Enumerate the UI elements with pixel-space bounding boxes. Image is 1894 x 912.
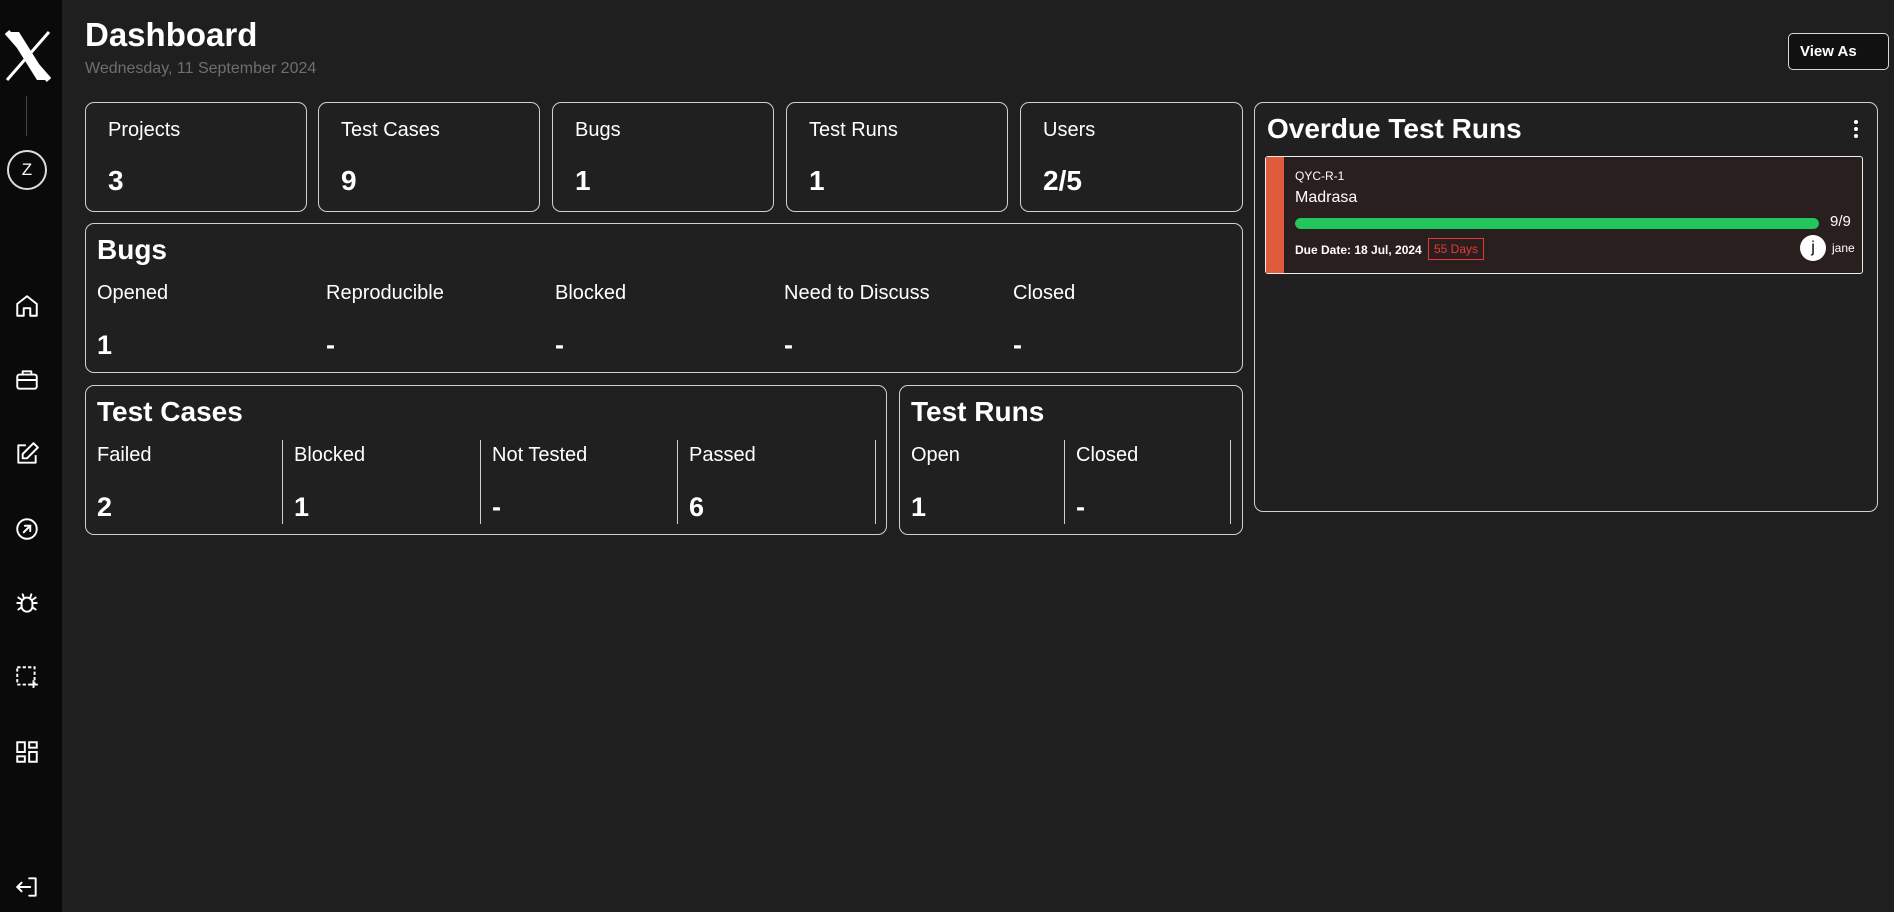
overdue-run-item[interactable]: QYC-R-1 Madrasa 9/9 Due Date: 18 Jul, 20… [1265, 156, 1863, 274]
logout-icon[interactable] [13, 873, 41, 901]
stat-card-bugs[interactable]: Bugs 1 [552, 102, 774, 212]
home-icon[interactable] [13, 292, 41, 320]
stat-label: Users [1043, 119, 1096, 141]
stat-value: 1 [575, 165, 591, 196]
test-case-status-value: 6 [689, 492, 705, 522]
progress-bar [1295, 218, 1819, 229]
progress-text: 9/9 [1830, 213, 1851, 230]
test-run-status-value: - [1076, 492, 1085, 522]
page-title: Dashboard [85, 16, 258, 53]
bugs-summary-card: Bugs Opened 1 Reproducible - Blocked - N… [85, 223, 1243, 373]
stat-value: 3 [108, 165, 124, 196]
stat-card-test-runs[interactable]: Test Runs 1 [786, 102, 1008, 212]
stat-label: Test Runs [809, 119, 898, 141]
bug-status-label: Closed [1013, 282, 1076, 304]
arrow-up-right-circle-icon[interactable] [13, 515, 41, 543]
test-runs-summary-card: Test Runs Open 1 Closed - [899, 385, 1243, 535]
progress-bar-fill [1295, 218, 1819, 229]
stat-card-projects[interactable]: Projects 3 [85, 102, 307, 212]
column-divider [1230, 440, 1231, 524]
test-case-status-label: Not Tested [492, 444, 588, 466]
section-title: Bugs [97, 234, 167, 265]
section-title: Test Runs [911, 396, 1045, 427]
test-case-status-value: 2 [97, 492, 113, 522]
test-case-status-value: 1 [294, 492, 310, 522]
overdue-indicator-stripe [1266, 157, 1284, 273]
column-divider [282, 440, 283, 524]
assignee-avatar[interactable]: j [1800, 235, 1826, 261]
stat-label: Projects [108, 119, 181, 141]
column-divider [677, 440, 678, 524]
test-cases-summary-card: Test Cases Failed 2 Blocked 1 Not Tested… [85, 385, 887, 535]
stat-card-users[interactable]: Users 2/5 [1020, 102, 1243, 212]
sidebar: Z [0, 0, 62, 912]
bug-status-label: Blocked [555, 282, 627, 304]
overdue-test-runs-panel: Overdue Test Runs QYC-R-1 Madrasa 9/9 Du… [1254, 102, 1878, 512]
stat-value: 2/5 [1043, 165, 1082, 196]
page-date: Wednesday, 11 September 2024 [85, 60, 317, 77]
stat-label: Bugs [575, 119, 621, 141]
run-code: QYC-R-1 [1295, 169, 1345, 183]
dashboard-grid-icon[interactable] [13, 738, 41, 766]
bug-status-value: - [555, 330, 564, 360]
section-title: Test Cases [97, 396, 243, 427]
overdue-days-badge: 55 Days [1428, 238, 1485, 260]
test-run-status-label: Closed [1076, 444, 1139, 466]
test-case-status-value: - [492, 492, 501, 522]
test-case-status-label: Failed [97, 444, 152, 466]
stat-value: 1 [809, 165, 825, 196]
stat-value: 9 [341, 165, 357, 196]
column-divider [1064, 440, 1065, 524]
stat-label: Test Cases [341, 119, 440, 141]
bug-status-label: Reproducible [326, 282, 444, 304]
column-divider [480, 440, 481, 524]
bug-icon[interactable] [13, 589, 41, 617]
test-case-status-label: Blocked [294, 444, 366, 466]
column-divider [875, 440, 876, 524]
section-title: Overdue Test Runs [1267, 113, 1522, 144]
more-options-icon[interactable] [1853, 119, 1859, 139]
test-run-status-value: 1 [911, 492, 927, 522]
stat-card-test-cases[interactable]: Test Cases 9 [318, 102, 540, 212]
user-avatar[interactable]: Z [7, 150, 47, 190]
bug-status-label: Need to Discuss [784, 282, 930, 304]
add-selection-icon[interactable] [13, 663, 41, 691]
view-as-button[interactable]: View As [1788, 33, 1889, 70]
briefcase-icon[interactable] [13, 366, 41, 394]
bug-status-value: 1 [97, 330, 113, 360]
assignee-name: jane [1832, 241, 1855, 255]
bug-status-value: - [784, 330, 793, 360]
app-logo[interactable] [4, 30, 52, 82]
run-name: Madrasa [1295, 189, 1358, 206]
sidebar-divider [26, 96, 27, 136]
edit-icon[interactable] [13, 440, 41, 468]
bug-status-value: - [326, 330, 335, 360]
test-run-status-label: Open [911, 444, 960, 466]
bug-status-label: Opened [97, 282, 169, 304]
due-date: Due Date: 18 Jul, 2024 [1295, 243, 1422, 257]
bug-status-value: - [1013, 330, 1022, 360]
test-case-status-label: Passed [689, 444, 756, 466]
